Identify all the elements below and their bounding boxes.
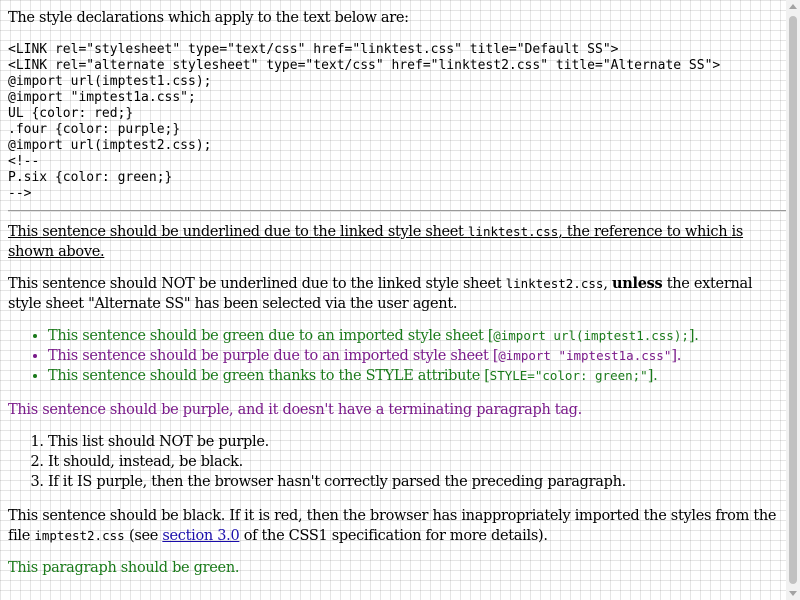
list-item: This list should NOT be purple. <box>48 432 786 452</box>
bullet-code: @import "imptest1a.css" <box>498 348 672 363</box>
numbered-list: This list should NOT be purple. It shoul… <box>8 432 786 492</box>
green-paragraph: This paragraph should be green. <box>8 560 240 576</box>
triangle-up-icon[interactable] <box>789 4 797 9</box>
p2-code: linktest2.css <box>505 276 604 291</box>
bullet-text: This sentence should be purple due to an… <box>48 348 499 364</box>
list-item: If it IS purple, then the browser hasn't… <box>48 472 786 492</box>
list-item: It should, instead, be black. <box>48 452 786 472</box>
p2-bold: unless <box>612 275 663 292</box>
bullet-end: ]. <box>688 328 699 344</box>
list-item: This sentence should be green thanks to … <box>48 366 786 386</box>
intro-paragraph: The style declarations which apply to th… <box>8 10 409 26</box>
p-black-text-c: of the CSS1 specification for more detai… <box>239 528 548 544</box>
black-paragraph: This sentence should be black. If it is … <box>8 506 786 546</box>
p2-text-a: This sentence should NOT be underlined d… <box>8 276 506 292</box>
vertical-scrollbar[interactable] <box>786 0 800 600</box>
bullet-text: This sentence should be green due to an … <box>48 328 494 344</box>
triangle-down-icon[interactable] <box>789 591 797 596</box>
scrollbar-thumb[interactable] <box>789 16 797 584</box>
not-underlined-paragraph: This sentence should NOT be underlined d… <box>8 274 786 314</box>
underlined-paragraph: This sentence should be underlined due t… <box>8 222 786 262</box>
p-black-text-b: (see <box>124 528 163 544</box>
bullet-text: This sentence should be green thanks to … <box>48 368 490 384</box>
purple-paragraph: This sentence should be purple, and it d… <box>8 402 582 418</box>
section-link[interactable]: section 3.0 <box>162 528 239 544</box>
document-page: The style declarations which apply to th… <box>0 0 786 600</box>
p2-text-b: , <box>603 276 613 292</box>
p1-text-a: This sentence should be underlined due t… <box>8 224 468 240</box>
bullet-code: @import url(imptest1.css); <box>493 328 689 343</box>
list-item: This sentence should be green due to an … <box>48 326 786 346</box>
bullet-code: STYLE="color: green;" <box>489 368 648 383</box>
divider <box>8 210 786 212</box>
p-black-code: imptest2.css <box>34 528 125 543</box>
import-bullet-list: This sentence should be green due to an … <box>8 326 786 386</box>
list-item: This sentence should be purple due to an… <box>48 346 786 366</box>
style-declarations-code: <LINK rel="stylesheet" type="text/css" h… <box>8 42 721 201</box>
bullet-end: ]. <box>671 348 682 364</box>
p1-code: linktest.css <box>467 224 559 239</box>
bullet-end: ]. <box>647 368 658 384</box>
